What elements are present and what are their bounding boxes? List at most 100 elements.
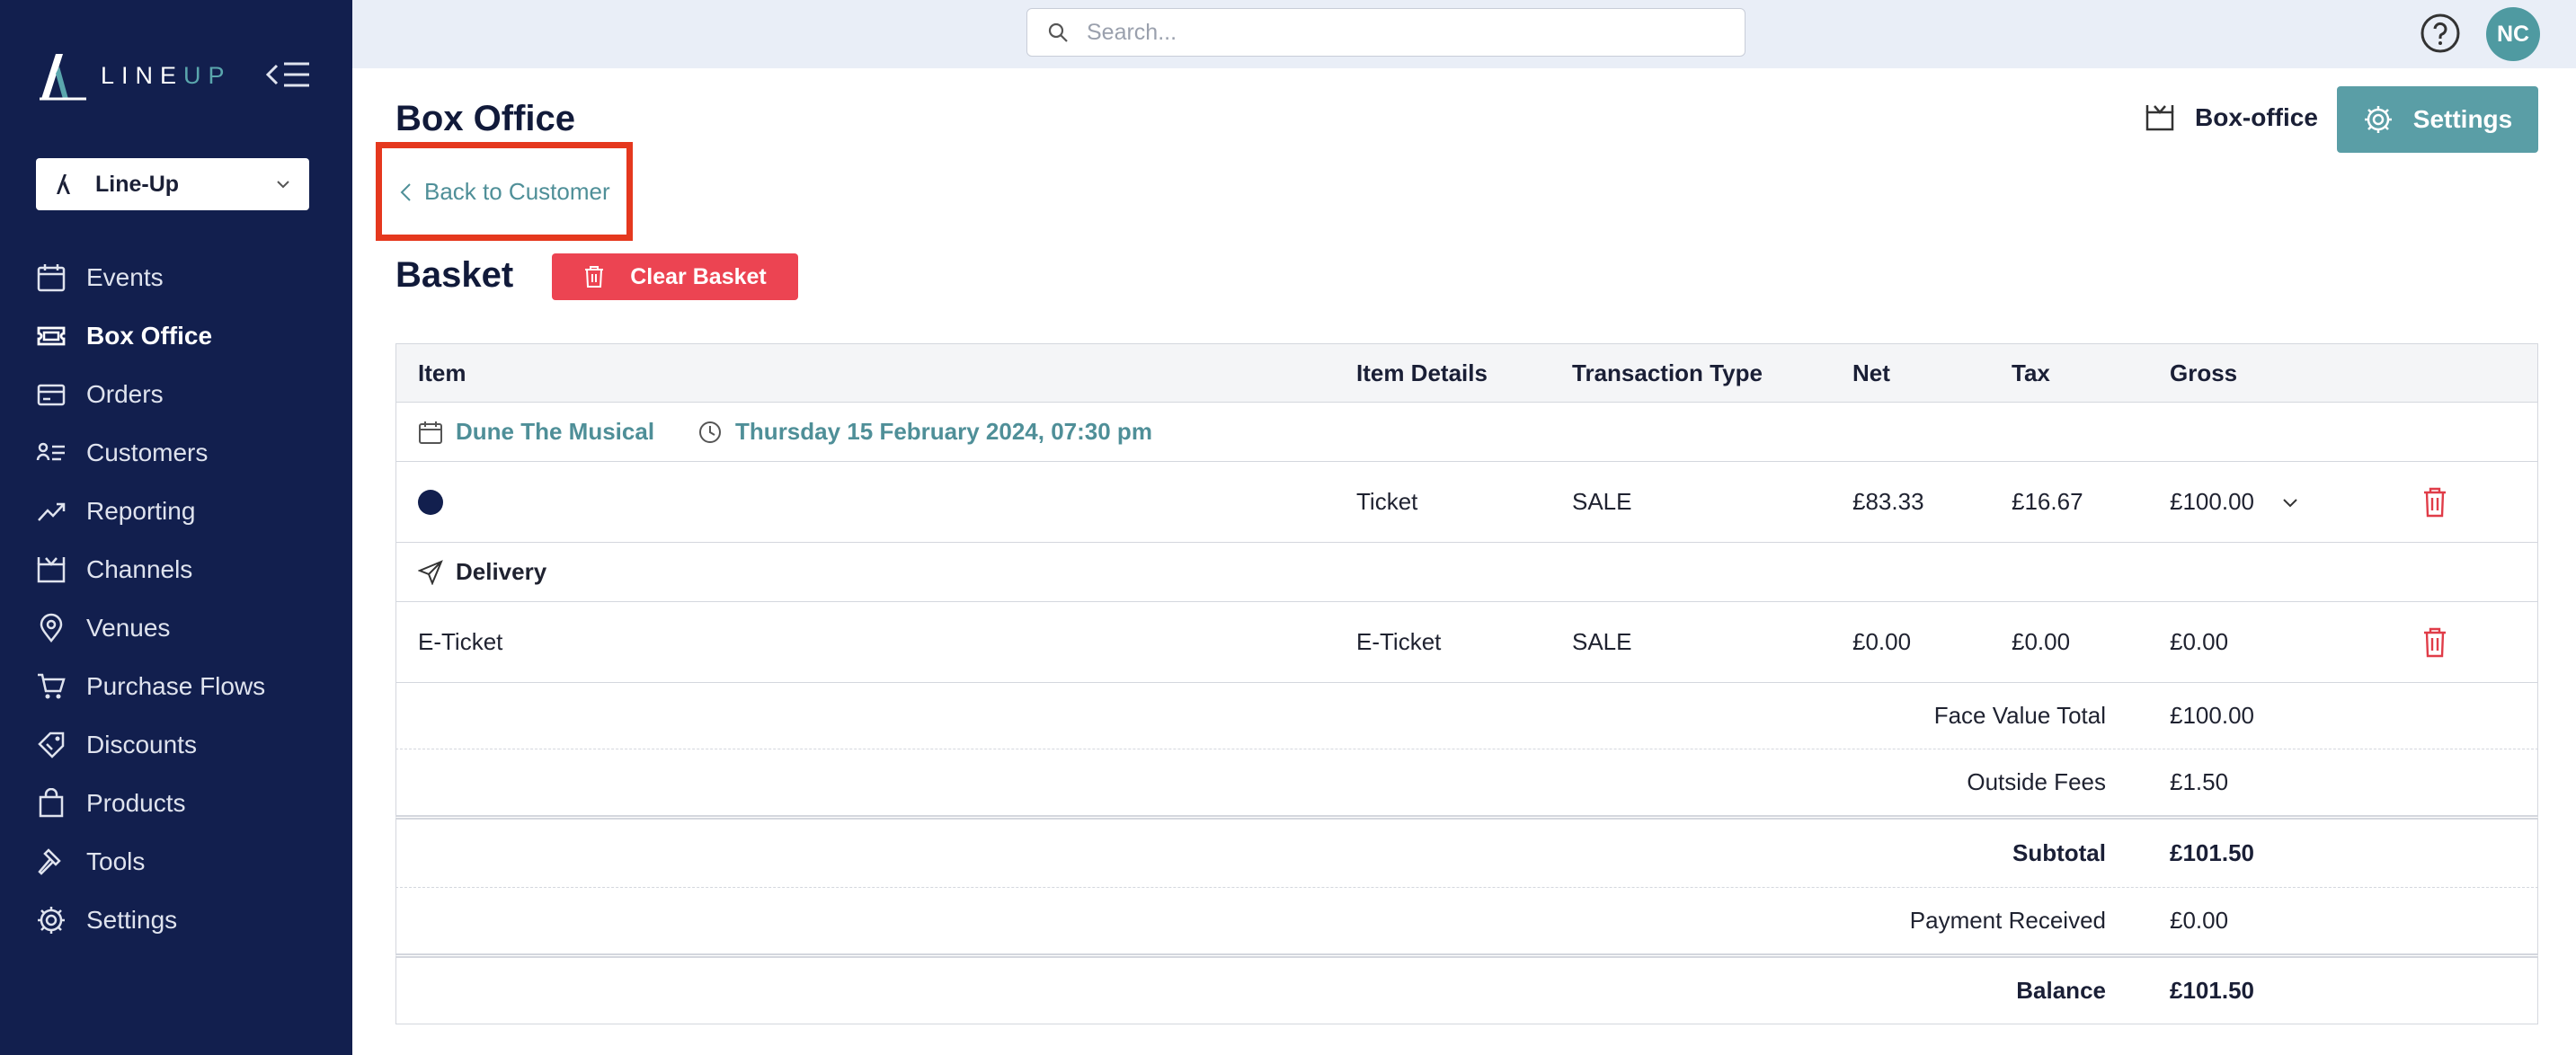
- outside-fees-value: £1.50: [2170, 768, 2229, 795]
- send-icon: [418, 559, 443, 585]
- back-to-customer-link[interactable]: Back to Customer: [399, 178, 610, 206]
- sidebar-item-label: Reporting: [86, 496, 196, 525]
- face-value-total-row: Face Value Total £100.00: [395, 683, 2538, 749]
- top-bar: NC: [352, 0, 2576, 68]
- tv-icon: [2145, 105, 2174, 131]
- gear-icon: [2364, 106, 2392, 133]
- sidebar-item-label: Channels: [86, 554, 193, 583]
- settings-button-label: Settings: [2412, 105, 2513, 133]
- help-icon[interactable]: [2420, 13, 2461, 54]
- box-office-channel-label: Box-office: [2195, 103, 2318, 131]
- table-header: Item Item Details Transaction Type Net T…: [395, 343, 2538, 403]
- lineup-logo[interactable]: LINEUP: [36, 50, 232, 101]
- calendar-icon: [419, 421, 442, 444]
- ticket-transaction-type: SALE: [1572, 488, 1632, 515]
- payment-received-value: £0.00: [2170, 907, 2229, 934]
- delivery-gross: £0.00: [2170, 628, 2229, 655]
- face-value-total-label: Face Value Total: [1933, 702, 2106, 729]
- event-name: Dune The Musical: [456, 418, 655, 445]
- org-select[interactable]: Line-Up: [36, 158, 309, 210]
- delivery-tax: £0.00: [2012, 628, 2071, 655]
- settings-button[interactable]: Settings: [2337, 86, 2538, 153]
- event-group-row: Dune The Musical Thursday 15 February 20…: [395, 403, 2538, 462]
- trending-up-icon: [38, 502, 66, 521]
- page-title: Box Office: [395, 99, 576, 138]
- basket-table: Item Item Details Transaction Type Net T…: [395, 343, 2538, 1024]
- sidebar-item-discounts[interactable]: Discounts: [0, 715, 352, 774]
- outside-fees-label: Outside Fees: [1967, 768, 2106, 795]
- sidebar-item-tools[interactable]: Tools: [0, 832, 352, 891]
- basket-title: Basket: [395, 255, 514, 295]
- sidebar-item-label: Box Office: [86, 321, 213, 350]
- collapse-menu-icon[interactable]: [266, 59, 311, 90]
- delivery-details: E-Ticket: [1356, 628, 1442, 655]
- delivery-label: Delivery: [456, 558, 547, 585]
- sidebar-item-products[interactable]: Products: [0, 774, 352, 832]
- outside-fees-row: Outside Fees £1.50: [395, 749, 2538, 820]
- org-select-value: Line-Up: [95, 171, 180, 197]
- sidebar-item-label: Products: [86, 788, 186, 817]
- cart-icon: [38, 673, 66, 698]
- clear-basket-button[interactable]: Clear Basket: [552, 253, 798, 300]
- sidebar-item-label: Discounts: [86, 730, 197, 758]
- box-office-channel-link[interactable]: Box-office: [2145, 102, 2318, 133]
- sidebar-item-settings[interactable]: Settings: [0, 891, 352, 949]
- sidebar-item-purchase-flows[interactable]: Purchase Flows: [0, 657, 352, 715]
- sidebar: LINEUP Line-Up Events Box Office Orders …: [0, 0, 352, 1055]
- event-datetime-link[interactable]: Thursday 15 February 2024, 07:30 pm: [697, 418, 1152, 446]
- sidebar-item-channels[interactable]: Channels: [0, 540, 352, 598]
- sidebar-item-events[interactable]: Events: [0, 248, 352, 306]
- chevron-down-icon: [2283, 498, 2297, 507]
- tv-icon: [37, 556, 66, 582]
- sidebar-item-orders[interactable]: Orders: [0, 365, 352, 423]
- clear-basket-label: Clear Basket: [630, 263, 767, 289]
- balance-value: £101.50: [2170, 977, 2254, 1004]
- ticket-tax: £16.67: [2012, 488, 2083, 515]
- map-pin-icon: [40, 613, 63, 643]
- ticket-icon: [37, 326, 66, 345]
- payment-received-row: Payment Received £0.00: [395, 888, 2538, 958]
- trash-icon: [2424, 487, 2446, 517]
- sidebar-item-label: Purchase Flows: [86, 671, 266, 700]
- hammer-icon: [38, 847, 61, 875]
- sidebar-item-label: Orders: [86, 379, 164, 408]
- face-value-total-value: £100.00: [2170, 702, 2254, 729]
- trash-icon: [2424, 627, 2446, 657]
- search-box[interactable]: [1026, 8, 1745, 57]
- clock-icon: [699, 421, 722, 443]
- delivery-net: £0.00: [1852, 628, 1912, 655]
- subtotal-row: Subtotal £101.50: [395, 820, 2538, 888]
- balance-row: Balance £101.50: [395, 958, 2538, 1024]
- sidebar-item-label: Customers: [86, 438, 209, 466]
- org-logo-icon: [57, 174, 70, 194]
- column-header-gross: Gross: [2170, 359, 2238, 386]
- ticket-gross: £100.00: [2170, 488, 2254, 515]
- gear-icon: [38, 906, 65, 934]
- sidebar-item-label: Venues: [86, 613, 171, 642]
- ticket-details: Ticket: [1356, 488, 1418, 515]
- sidebar-nav: Events Box Office Orders Customers Repor…: [0, 248, 352, 949]
- remove-delivery-button[interactable]: [2422, 602, 2447, 682]
- event-name-link[interactable]: Dune The Musical: [418, 418, 654, 446]
- column-header-net: Net: [1852, 359, 1890, 386]
- sidebar-item-customers[interactable]: Customers: [0, 423, 352, 482]
- sidebar-item-label: Tools: [86, 847, 146, 875]
- expand-gross-button[interactable]: [2280, 462, 2300, 542]
- delivery-item: E-Ticket: [418, 628, 503, 655]
- column-header-item-details: Item Details: [1356, 359, 1488, 386]
- search-input[interactable]: [1087, 19, 1698, 46]
- subtotal-label: Subtotal: [2012, 839, 2106, 866]
- sidebar-item-label: Events: [86, 262, 164, 291]
- logo-text-line: LINE: [101, 61, 184, 89]
- sidebar-item-reporting[interactable]: Reporting: [0, 482, 352, 540]
- column-header-item: Item: [418, 359, 466, 386]
- avatar[interactable]: NC: [2486, 7, 2540, 61]
- delivery-group-row: Delivery: [395, 543, 2538, 602]
- remove-ticket-button[interactable]: [2422, 462, 2447, 542]
- back-link-label: Back to Customer: [424, 178, 610, 205]
- customers-icon: [36, 442, 65, 460]
- sidebar-item-venues[interactable]: Venues: [0, 598, 352, 657]
- sidebar-item-box-office[interactable]: Box Office: [0, 306, 352, 365]
- column-header-tax: Tax: [2012, 359, 2050, 386]
- seat-color-dot: [418, 489, 443, 515]
